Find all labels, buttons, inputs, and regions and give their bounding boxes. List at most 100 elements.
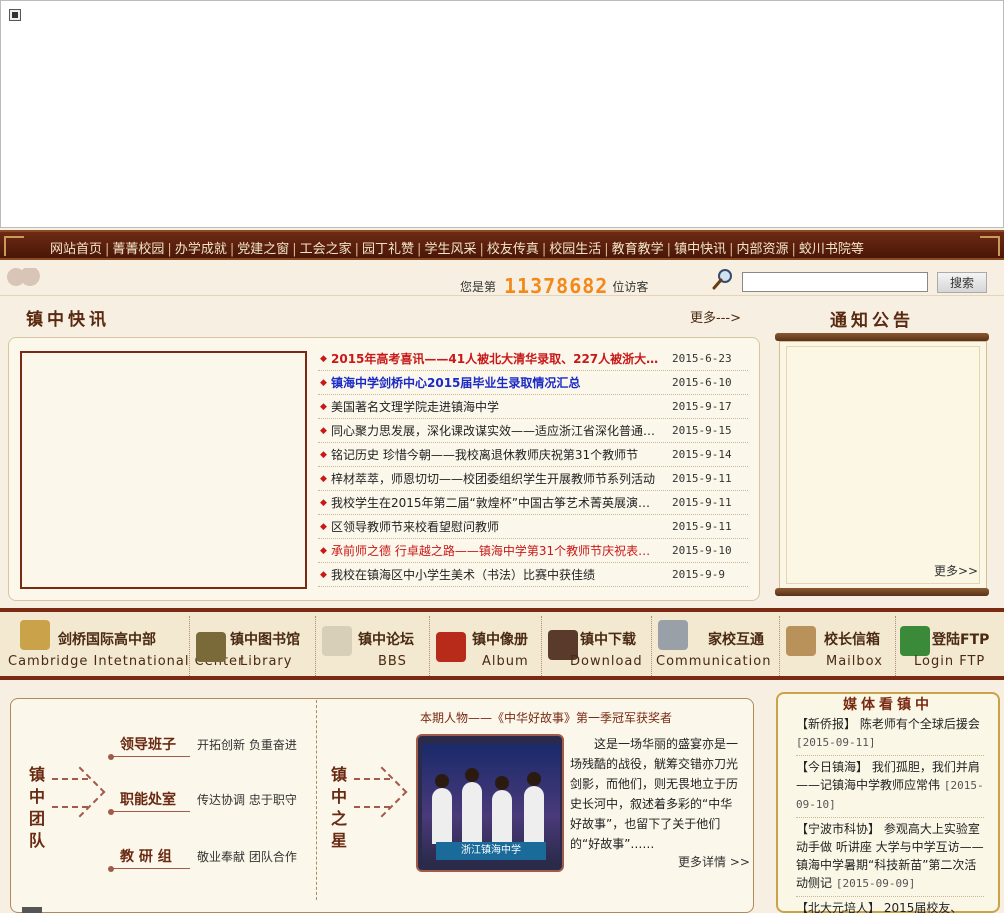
news-item-date: 2015-9-15 (672, 424, 732, 437)
bullet-diamond-icon: ◆ (320, 570, 327, 580)
nav-item[interactable]: 镇中快讯 (664, 238, 726, 257)
nav-item[interactable]: 办学成就 (164, 238, 227, 257)
star-description: 这是一场华丽的盛宴亦是一场残酷的战役，觥筹交错亦刀光剑影，而他们，则无畏地立于历… (570, 737, 739, 851)
nav-item[interactable]: 内部资源 (726, 238, 788, 257)
news-item-title[interactable]: 我校在镇海区中小学生美术（书法）比赛中获佳绩 (331, 563, 661, 587)
quick-link-sublabel: BBS (378, 654, 407, 669)
news-item[interactable]: ◆ 镇海中学剑桥中心2015届毕业生录取情况汇总 2015-6-10 (318, 371, 748, 395)
ftp-icon (900, 626, 930, 656)
news-item-date: 2015-9-11 (672, 520, 732, 533)
news-list: ◆ 2015年高考喜讯——41人被北大清华录取、227人被浙大录取 2015-6-2… (318, 347, 748, 587)
quick-link-label: 镇中图书馆 (230, 632, 300, 648)
nav-item[interactable]: 菁菁校园 (102, 238, 164, 257)
vertical-title-char: 镇 (330, 765, 347, 784)
news-item-title[interactable]: 承前师之德 行卓越之路——镇海中学第31个教师节庆祝表彰大会 (331, 539, 661, 563)
news-item[interactable]: ◆ 2015年高考喜讯——41人被北大清华录取、227人被浙大录取 2015-6-2… (318, 347, 748, 371)
computer-icon (658, 620, 688, 650)
notice-section-title: 通知公告 (830, 311, 914, 331)
vertical-title-char: 队 (28, 831, 45, 850)
star-more-link[interactable]: 更多详情 >> (678, 853, 750, 870)
media-item-source: 【今日镇海】 (796, 760, 869, 774)
team-role-bullet-icon (108, 809, 114, 815)
news-item[interactable]: ◆ 区领导教师节来校看望慰问教师 2015-9-11 (318, 515, 748, 539)
media-item[interactable]: 【新侨报】 陈老师有个全球后援会 [2015-09-11] (796, 715, 984, 756)
star-heading[interactable]: 本期人物——《中华好故事》第一季冠军获奖者 (420, 709, 672, 726)
search-input[interactable] (742, 272, 928, 292)
media-item[interactable]: 【宁波市科协】 参观高大上实验室 动手做 听讲座 大学与中学互访——镇海中学暑期… (796, 820, 984, 897)
nav-item[interactable]: 校园生活 (539, 238, 601, 257)
news-item[interactable]: ◆ 我校在镇海区中小学生美术（书法）比赛中获佳绩 2015-9-9 (318, 563, 748, 587)
news-item-title[interactable]: 2015年高考喜讯——41人被北大清华录取、227人被浙大录取 (331, 347, 661, 371)
bullet-diamond-icon: ◆ (320, 354, 327, 364)
star-vertical-title: 镇中之星 (328, 764, 350, 852)
news-item[interactable]: ◆ 同心聚力思发展，深化课改谋实效——适应浙江省深化普通高中课程改革 2015-9-… (318, 419, 748, 443)
vertical-title-char: 中 (28, 787, 45, 806)
nav-item[interactable]: 工会之家 (289, 238, 352, 257)
news-section-title: 镇中快讯 (26, 310, 110, 330)
bottom-section-icon (22, 907, 42, 913)
search-button[interactable]: 搜索 (937, 272, 987, 293)
nav-list: 网站首页菁菁校园办学成就党建之窗工会之家园丁礼赞学生风采校友传真校园生活教育教学… (50, 238, 864, 257)
quick-link-4[interactable]: 镇中像册 Album (430, 616, 542, 676)
quick-link-7[interactable]: 校长信箱 Mailbox (780, 616, 896, 676)
nav-item[interactable]: 党建之窗 (227, 238, 289, 257)
news-item-date: 2015-9-10 (672, 544, 732, 557)
nav-item[interactable]: 网站首页 (50, 238, 102, 257)
nav-item[interactable]: 蛟川书院等 (788, 238, 864, 257)
quick-link-1[interactable]: 剑桥国际高中部 Cambridge Intetnational Center (0, 616, 243, 676)
star-photo[interactable]: 浙江镇海中学 (416, 734, 564, 872)
bullet-diamond-icon: ◆ (320, 378, 327, 388)
news-item[interactable]: ◆ 美国著名文理学院走进镇海中学 2015-9-17 (318, 395, 748, 419)
news-item[interactable]: ◆ 承前师之德 行卓越之路——镇海中学第31个教师节庆祝表彰大会 2015-9-10 (318, 539, 748, 563)
nav-item[interactable]: 学生风采 (414, 238, 476, 257)
team-role-name[interactable]: 教 研 组 (120, 846, 172, 866)
quick-link-8[interactable]: 登陆FTP Login FTP (896, 616, 1004, 676)
media-item-source: 【新侨报】 (796, 717, 857, 731)
quick-link-sublabel: Album (482, 654, 529, 669)
bullet-diamond-icon: ◆ (320, 426, 327, 436)
news-item-title[interactable]: 铭记历史 珍惜今朝——我校离退休教师庆祝第31个教师节 (331, 443, 661, 467)
main-nav: 网站首页菁菁校园办学成就党建之窗工会之家园丁礼赞学生风采校友传真校园生活教育教学… (0, 230, 1004, 260)
team-role-name[interactable]: 领导班子 (120, 734, 176, 754)
top-banner (0, 0, 1004, 228)
vertical-title-char: 星 (330, 831, 347, 850)
quick-link-6[interactable]: 家校互通 Communication (652, 616, 780, 676)
team-role-name[interactable]: 职能处室 (120, 789, 176, 809)
quick-link-5[interactable]: 镇中下载 Download (542, 616, 652, 676)
notice-more-link[interactable]: 更多>> (934, 562, 978, 579)
bullet-diamond-icon: ◆ (320, 546, 327, 556)
news-more-link[interactable]: 更多---> (690, 307, 741, 326)
news-item-title[interactable]: 我校学生在2015年第二届“敦煌杯”中国古筝艺术菁英展演中获奖 (331, 491, 661, 515)
quick-link-sublabel: Mailbox (826, 654, 883, 669)
bullet-diamond-icon: ◆ (320, 522, 327, 532)
media-item-title[interactable]: 陈老师有个全球后援会 (860, 717, 980, 731)
cambridge-crest-icon (20, 620, 50, 650)
media-list: 【新侨报】 陈老师有个全球后援会 [2015-09-11] 【今日镇海】 我们孤胆… (796, 715, 984, 913)
news-item[interactable]: ◆ 梓材萃萃，师恩切切——校团委组织学生开展教师节系列活动 2015-9-11 (318, 467, 748, 491)
news-item-title[interactable]: 梓材萃萃，师恩切切——校团委组织学生开展教师节系列活动 (331, 467, 661, 491)
media-item-date: [2015-09-11] (796, 736, 876, 749)
nav-item[interactable]: 校友传真 (476, 238, 539, 257)
team-role-bullet-icon (108, 866, 114, 872)
team-role-motto: 开拓创新 负重奋进 (197, 738, 297, 752)
nav-item[interactable]: 园丁礼赞 (352, 238, 414, 257)
news-item-title[interactable]: 美国著名文理学院走进镇海中学 (331, 395, 661, 419)
news-item[interactable]: ◆ 我校学生在2015年第二届“敦煌杯”中国古筝艺术菁英展演中获奖 2015-9-1… (318, 491, 748, 515)
quick-link-2[interactable]: 镇中图书馆 Library (190, 616, 316, 676)
media-item[interactable]: 【北大元培人】 2015届校友、2015级新生代表访问元培学院 (796, 899, 984, 913)
news-item[interactable]: ◆ 铭记历史 珍惜今朝——我校离退休教师庆祝第31个教师节 2015-9-14 (318, 443, 748, 467)
visitor-suffix: 位访客 (612, 280, 649, 294)
news-item-title[interactable]: 镇海中学剑桥中心2015届毕业生录取情况汇总 (331, 371, 661, 395)
quick-link-3[interactable]: 镇中论坛 BBS (316, 616, 430, 676)
scroll-rod-top (775, 333, 989, 341)
news-slideshow[interactable] (20, 351, 307, 589)
star-photo-banner: 浙江镇海中学 (436, 842, 546, 860)
nav-item[interactable]: 教育教学 (601, 238, 664, 257)
news-item-title[interactable]: 同心聚力思发展，深化课改谋实效——适应浙江省深化普通高中课程改革 (331, 419, 661, 443)
media-item[interactable]: 【今日镇海】 我们孤胆，我们并肩——记镇海中学教师应常伟 [2015-09-10… (796, 758, 984, 818)
vertical-title-char: 团 (28, 809, 45, 828)
news-item-title[interactable]: 区领导教师节来校看望慰问教师 (331, 515, 661, 539)
media-item-date: [2015-09-09] (835, 877, 916, 890)
broken-image-icon (9, 9, 21, 21)
magnifier-icon[interactable] (712, 268, 734, 290)
